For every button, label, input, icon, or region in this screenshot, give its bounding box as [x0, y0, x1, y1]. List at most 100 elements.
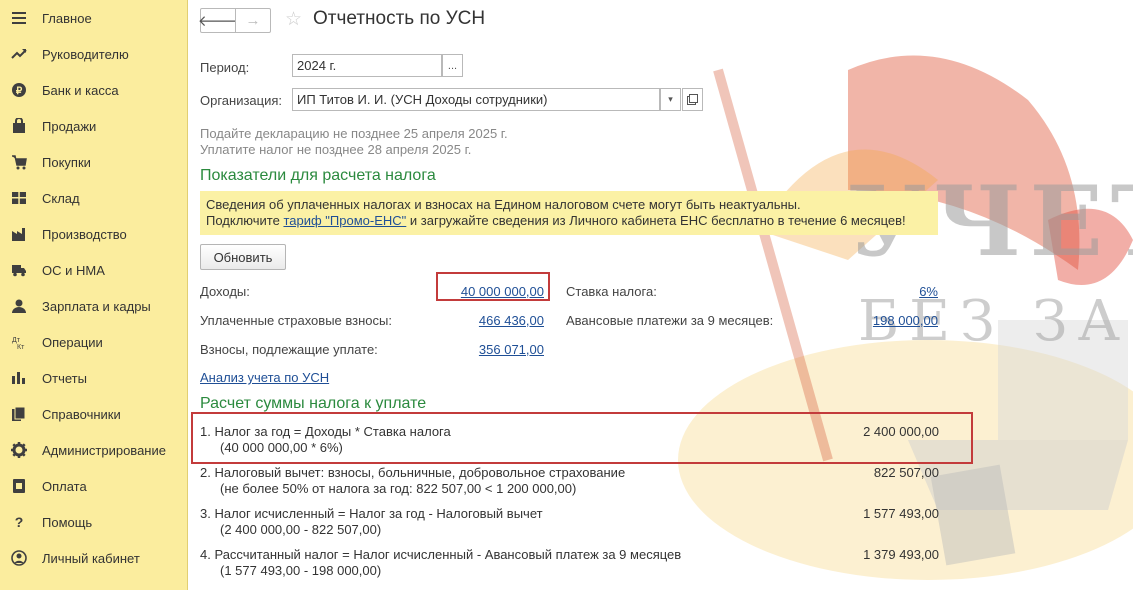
calc-row-detail: (2 400 000,00 - 822 507,00)	[220, 522, 382, 537]
income-label: Доходы:	[200, 284, 250, 299]
sidebar-item-label: Личный кабинет	[42, 550, 140, 566]
refresh-button[interactable]: Обновить	[200, 244, 286, 270]
paid-contributions-label: Уплаченные страховые взносы:	[200, 313, 392, 328]
factory-icon	[11, 226, 27, 242]
sidebar-item-operations[interactable]: Дт Кт Операции	[0, 324, 187, 360]
sidebar-item-help[interactable]: ? Помощь	[0, 504, 187, 540]
sidebar-item-label: Администрирование	[42, 442, 166, 458]
paid-contributions-link[interactable]: 466 436,00	[424, 313, 544, 328]
sidebar-item-payment[interactable]: Оплата	[0, 468, 187, 504]
calc-row-formula: 4. Рассчитанный налог = Налог исчисленны…	[200, 547, 682, 562]
person-icon	[11, 298, 27, 314]
sidebar-item-label: Продажи	[42, 118, 97, 134]
page-title: Отчетность по УСН	[313, 8, 486, 29]
calc-row-4-value: 1 379 493,00	[863, 547, 939, 562]
organization-open-button[interactable]	[682, 88, 703, 111]
period-input[interactable]: 2024 г.	[292, 54, 442, 77]
banner-text-pre: Подключите	[206, 213, 284, 228]
payment-icon	[11, 478, 27, 494]
sidebar-item-label: Отчеты	[42, 370, 87, 386]
sidebar-item-account[interactable]: Личный кабинет	[0, 540, 187, 576]
sidebar: Главное Руководителю ₽ Банк и касса Прод…	[0, 0, 188, 590]
sidebar-item-label: Руководителю	[42, 46, 129, 62]
sidebar-item-production[interactable]: Производство	[0, 216, 187, 252]
svg-text:₽: ₽	[16, 86, 23, 97]
calc-row-detail: (40 000 000,00 * 6%)	[220, 440, 343, 455]
books-icon	[11, 406, 27, 422]
sidebar-item-directories[interactable]: Справочники	[0, 396, 187, 432]
period-select-button[interactable]: ...	[442, 54, 463, 77]
sidebar-item-label: Операции	[42, 334, 103, 350]
sidebar-item-label: ОС и НМА	[42, 262, 105, 278]
organization-dropdown-button[interactable]: ▾	[660, 88, 681, 111]
sidebar-item-label: Производство	[42, 226, 127, 242]
gear-icon	[11, 442, 27, 458]
deadline-declaration: Подайте декларацию не позднее 25 апреля …	[200, 126, 508, 141]
usn-analysis-link[interactable]: Анализ учета по УСН	[200, 370, 329, 385]
chevron-down-icon: ▾	[668, 94, 673, 104]
calc-row-4: 4. Рассчитанный налог = Налог исчисленны…	[200, 547, 681, 579]
sidebar-item-purchases[interactable]: Покупки	[0, 144, 187, 180]
calc-row-2-value: 822 507,00	[873, 465, 939, 480]
advance-payments-label: Авансовые платежи за 9 месяцев:	[566, 313, 774, 328]
sidebar-item-label: Помощь	[42, 514, 93, 530]
svg-text:Кт: Кт	[17, 344, 25, 350]
sidebar-item-label: Справочники	[42, 406, 121, 422]
sidebar-item-label: Оплата	[42, 478, 87, 494]
sidebar-item-fixed-assets[interactable]: ОС и НМА	[0, 252, 187, 288]
tax-rate-label: Ставка налога:	[566, 284, 657, 299]
calc-row-3: 3. Налог исчисленный = Налог за год - На…	[200, 506, 543, 538]
sidebar-item-label: Покупки	[42, 154, 91, 170]
advance-payments-link[interactable]: 198 000,00	[818, 313, 938, 328]
bag-icon	[11, 118, 27, 134]
sidebar-item-manager[interactable]: Руководителю	[0, 36, 187, 72]
calc-row-3-value: 1 577 493,00	[863, 506, 939, 521]
warehouse-icon	[11, 190, 27, 206]
sidebar-item-reports[interactable]: Отчеты	[0, 360, 187, 396]
cart-icon	[11, 154, 27, 170]
due-contributions-link[interactable]: 356 071,00	[424, 342, 544, 357]
tax-rate-link[interactable]: 6%	[818, 284, 938, 299]
question-icon: ?	[14, 514, 24, 530]
trend-icon	[11, 46, 27, 62]
organization-input[interactable]: ИП Титов И. И. (УСН Доходы сотрудники)	[292, 88, 660, 111]
promo-ens-tariff-link[interactable]: тариф "Промо-ЕНС"	[283, 213, 406, 228]
arrow-left-icon: 🡐	[197, 13, 239, 30]
income-highlight-box	[436, 272, 550, 301]
sidebar-item-bank[interactable]: ₽ Банк и касса	[0, 72, 187, 108]
svg-text:Дт: Дт	[12, 337, 21, 344]
favorite-star-icon[interactable]: ☆	[285, 8, 302, 31]
calc-row-1-value: 2 400 000,00	[863, 424, 939, 439]
sidebar-item-label: Склад	[42, 190, 80, 206]
main-content: УЧЕТ БЕЗ ЗАБОТ 🡐 → ☆ Отчетность по УСН П…	[188, 0, 1133, 590]
truck-icon	[11, 262, 27, 278]
open-link-icon	[687, 94, 698, 105]
deadline-payment: Уплатите налог не позднее 28 апреля 2025…	[200, 142, 472, 157]
back-button[interactable]: 🡐	[197, 8, 239, 33]
ens-info-banner: Сведения об уплаченных налогах и взносах…	[200, 191, 938, 235]
sidebar-item-sales[interactable]: Продажи	[0, 108, 187, 144]
sidebar-item-payroll[interactable]: Зарплата и кадры	[0, 288, 187, 324]
forward-button[interactable]: →	[235, 8, 271, 33]
sidebar-item-label: Банк и касса	[42, 82, 119, 98]
bar-chart-icon	[11, 370, 27, 386]
calc-row-detail: (не более 50% от налога за год: 822 507,…	[220, 481, 577, 496]
period-label: Период:	[200, 60, 250, 75]
indicators-heading: Показатели для расчета налога	[200, 167, 436, 184]
sidebar-item-label: Зарплата и кадры	[42, 298, 151, 314]
calc-row-formula: 1. Налог за год = Доходы * Ставка налога	[200, 424, 451, 439]
sidebar-item-warehouse[interactable]: Склад	[0, 180, 187, 216]
account-icon	[11, 550, 27, 566]
sidebar-item-label: Главное	[42, 10, 92, 26]
sidebar-item-main[interactable]: Главное	[0, 0, 187, 36]
calculation-heading: Расчет суммы налога к уплате	[200, 395, 427, 412]
calc-row-2: 2. Налоговый вычет: взносы, больничные, …	[200, 465, 625, 497]
sidebar-item-administration[interactable]: Администрирование	[0, 432, 187, 468]
due-contributions-label: Взносы, подлежащие уплате:	[200, 342, 378, 357]
calc-row-formula: 2. Налоговый вычет: взносы, больничные, …	[200, 465, 626, 480]
menu-icon	[11, 10, 27, 26]
arrow-right-icon: →	[245, 12, 261, 29]
calc-row-1: 1. Налог за год = Доходы * Ставка налога…	[200, 424, 451, 456]
banner-line2: Подключите тариф "Промо-ЕНС" и загружайт…	[206, 213, 932, 229]
organization-label: Организация:	[200, 93, 283, 108]
